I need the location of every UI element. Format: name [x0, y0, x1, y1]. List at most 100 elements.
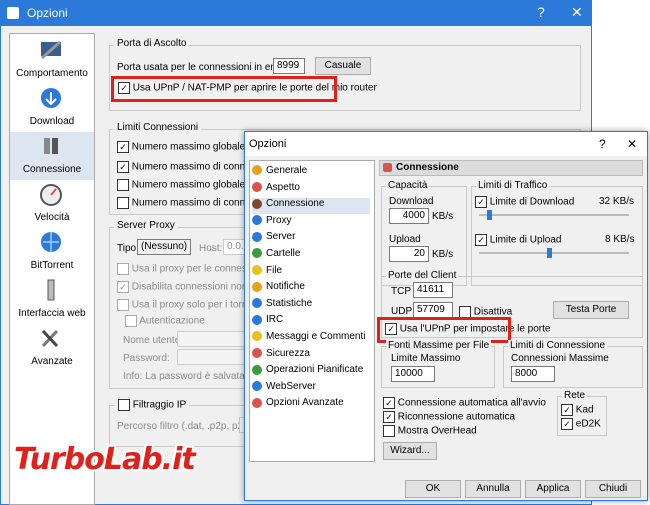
tools-icon	[41, 329, 59, 348]
proxy-torrent-row[interactable]: Usa il proxy solo per i torrent	[117, 299, 259, 311]
nav-item[interactable]: Server	[252, 231, 370, 247]
password-input[interactable]	[177, 349, 247, 365]
auth-row[interactable]: Autenticazione	[125, 315, 205, 327]
ul-limit-track	[479, 252, 629, 254]
tcp-port-input[interactable]: 41611	[413, 282, 453, 298]
random-port-button[interactable]: Casuale	[315, 57, 371, 75]
panel-header: Connessione	[379, 160, 643, 176]
dl-limit-track	[479, 214, 629, 216]
group-label: Limiti di Traffico	[476, 180, 550, 191]
dl-limit-value: 32 KB/s	[599, 196, 635, 207]
nav-item[interactable]: Proxy	[252, 215, 370, 231]
tipo-label: Tipo:	[117, 243, 139, 254]
test-ports-button[interactable]: Testa Porte	[553, 301, 629, 319]
group-label: Porta di Ascolto	[114, 38, 190, 49]
dl-limit-row[interactable]: ✓ Limite di Download	[475, 196, 574, 208]
ul-limit-row[interactable]: ✓ Limite di Upload	[475, 234, 562, 246]
sidebar-item-label: Interfaccia web	[18, 308, 86, 319]
nav-item-icon	[252, 364, 262, 375]
watermark-logo: TurboLab.it	[14, 442, 196, 477]
nav-item-icon	[252, 381, 262, 392]
back-window-title: Opzioni	[27, 6, 68, 20]
globe-download-icon	[41, 88, 61, 108]
bittorrent-globe-icon	[41, 232, 61, 252]
group-label: Fonti Massime per File	[386, 340, 492, 351]
sidebar-item-comportamento[interactable]: Comportamento	[10, 36, 94, 84]
auto-reconnect-row[interactable]: ✓ Riconnessione automatica	[383, 411, 515, 423]
back-close-button[interactable]: ✕	[571, 4, 583, 21]
username-label: Nome utente:	[123, 335, 184, 346]
max-connections-input[interactable]: 8000	[511, 366, 555, 382]
sidebar-item-label: Download	[29, 116, 75, 127]
nav-item-label: Connessione	[266, 198, 325, 210]
back-title-bar: Opzioni ? ✕	[1, 1, 591, 26]
web-ui-icon	[47, 279, 55, 301]
back-help-button[interactable]: ?	[537, 4, 545, 20]
nav-item[interactable]: Opzioni Avanzate	[252, 397, 370, 413]
sidebar-item-label: BitTorrent	[30, 260, 74, 271]
username-input[interactable]	[177, 331, 247, 347]
max-sources-input[interactable]: 10000	[391, 366, 435, 382]
sidebar-item-download[interactable]: Download	[10, 84, 94, 132]
nav-item-icon	[252, 231, 262, 242]
nav-item-icon	[252, 281, 262, 292]
sidebar-item-interfaccia-web[interactable]: Interfaccia web	[10, 276, 94, 324]
front-title-bar: Opzioni ? ✕	[245, 132, 647, 156]
front-help-button[interactable]: ?	[599, 137, 606, 151]
rete-ed2k-row[interactable]: ✓ eD2K	[561, 418, 601, 430]
auto-connect-row[interactable]: ✓ Connessione automatica all'avvio	[383, 397, 546, 409]
sidebar-item-connessione[interactable]: Connessione	[10, 132, 94, 180]
nav-item-icon	[252, 331, 262, 342]
group-rete: Rete	[557, 390, 607, 436]
port-input[interactable]: 8999	[273, 58, 305, 74]
download-capacity-input[interactable]: 4000	[389, 208, 429, 224]
group-label: Capacità	[386, 180, 430, 191]
ul-limit-slider[interactable]	[546, 248, 552, 258]
nav-item[interactable]: Sicurezza	[252, 348, 370, 364]
nav-item-icon	[252, 264, 262, 275]
nav-item[interactable]: Notifiche	[252, 281, 370, 297]
nav-item[interactable]: Operazioni Pianificate	[252, 364, 370, 380]
udp-label: UDP	[391, 306, 413, 317]
udp-port-input[interactable]: 57709	[413, 302, 453, 318]
nav-item[interactable]: Cartelle	[252, 248, 370, 264]
sidebar-item-avanzate[interactable]: Avanzate	[10, 324, 94, 372]
cancel-button[interactable]: Annulla	[465, 480, 521, 498]
wizard-button[interactable]: Wizard...	[383, 442, 437, 460]
sidebar-item-bittorrent[interactable]: BitTorrent	[10, 228, 94, 276]
nav-item[interactable]: Messaggi e Commenti	[252, 331, 370, 347]
sidebar-item-velocita[interactable]: Velocità	[10, 180, 94, 228]
ul-limit-value: 8 KB/s	[605, 234, 635, 245]
front-nav-list: Generale Aspetto Connessione Proxy Server Car…	[249, 160, 375, 462]
download-unit: KB/s	[432, 211, 454, 222]
upload-label: Upload	[389, 234, 421, 245]
nav-item-label: Proxy	[266, 214, 292, 226]
wrench-screwdriver-icon	[41, 40, 61, 60]
upload-unit: KB/s	[432, 249, 454, 260]
nav-item[interactable]: Generale	[252, 165, 370, 181]
front-options-window: Opzioni ? ✕ Generale Aspetto Connessione Pr…	[244, 131, 648, 501]
upload-capacity-input[interactable]: 20	[389, 246, 429, 262]
ok-button[interactable]: OK	[405, 480, 461, 498]
nav-item[interactable]: File	[252, 265, 370, 281]
max-conn-label: Connessioni Massime	[511, 353, 609, 364]
show-overhead-row[interactable]: Mostra OverHead	[383, 425, 477, 437]
nav-item[interactable]: Connessione	[252, 198, 370, 215]
front-close-button[interactable]: ✕	[627, 137, 637, 151]
nav-item-icon	[252, 397, 262, 408]
host-label: Host:	[199, 243, 223, 254]
nav-item-label: Server	[266, 231, 296, 243]
apply-button[interactable]: Applica	[525, 480, 581, 498]
filter-row[interactable]: Filtraggio IP	[115, 399, 190, 411]
tipo-select[interactable]: (Nessuno)	[137, 239, 191, 255]
rete-kad-row[interactable]: ✓ Kad	[561, 404, 594, 416]
front-window-title: Opzioni	[249, 138, 287, 150]
nav-item[interactable]: IRC	[252, 314, 370, 330]
nav-item[interactable]: Aspetto	[252, 182, 370, 198]
nav-item-icon	[252, 314, 262, 325]
dl-limit-slider[interactable]	[486, 210, 492, 220]
nav-item[interactable]: WebServer	[252, 381, 370, 397]
close-button[interactable]: Chiudi	[585, 480, 641, 498]
group-label: Rete	[562, 390, 588, 401]
nav-item[interactable]: Statistiche	[252, 298, 370, 314]
